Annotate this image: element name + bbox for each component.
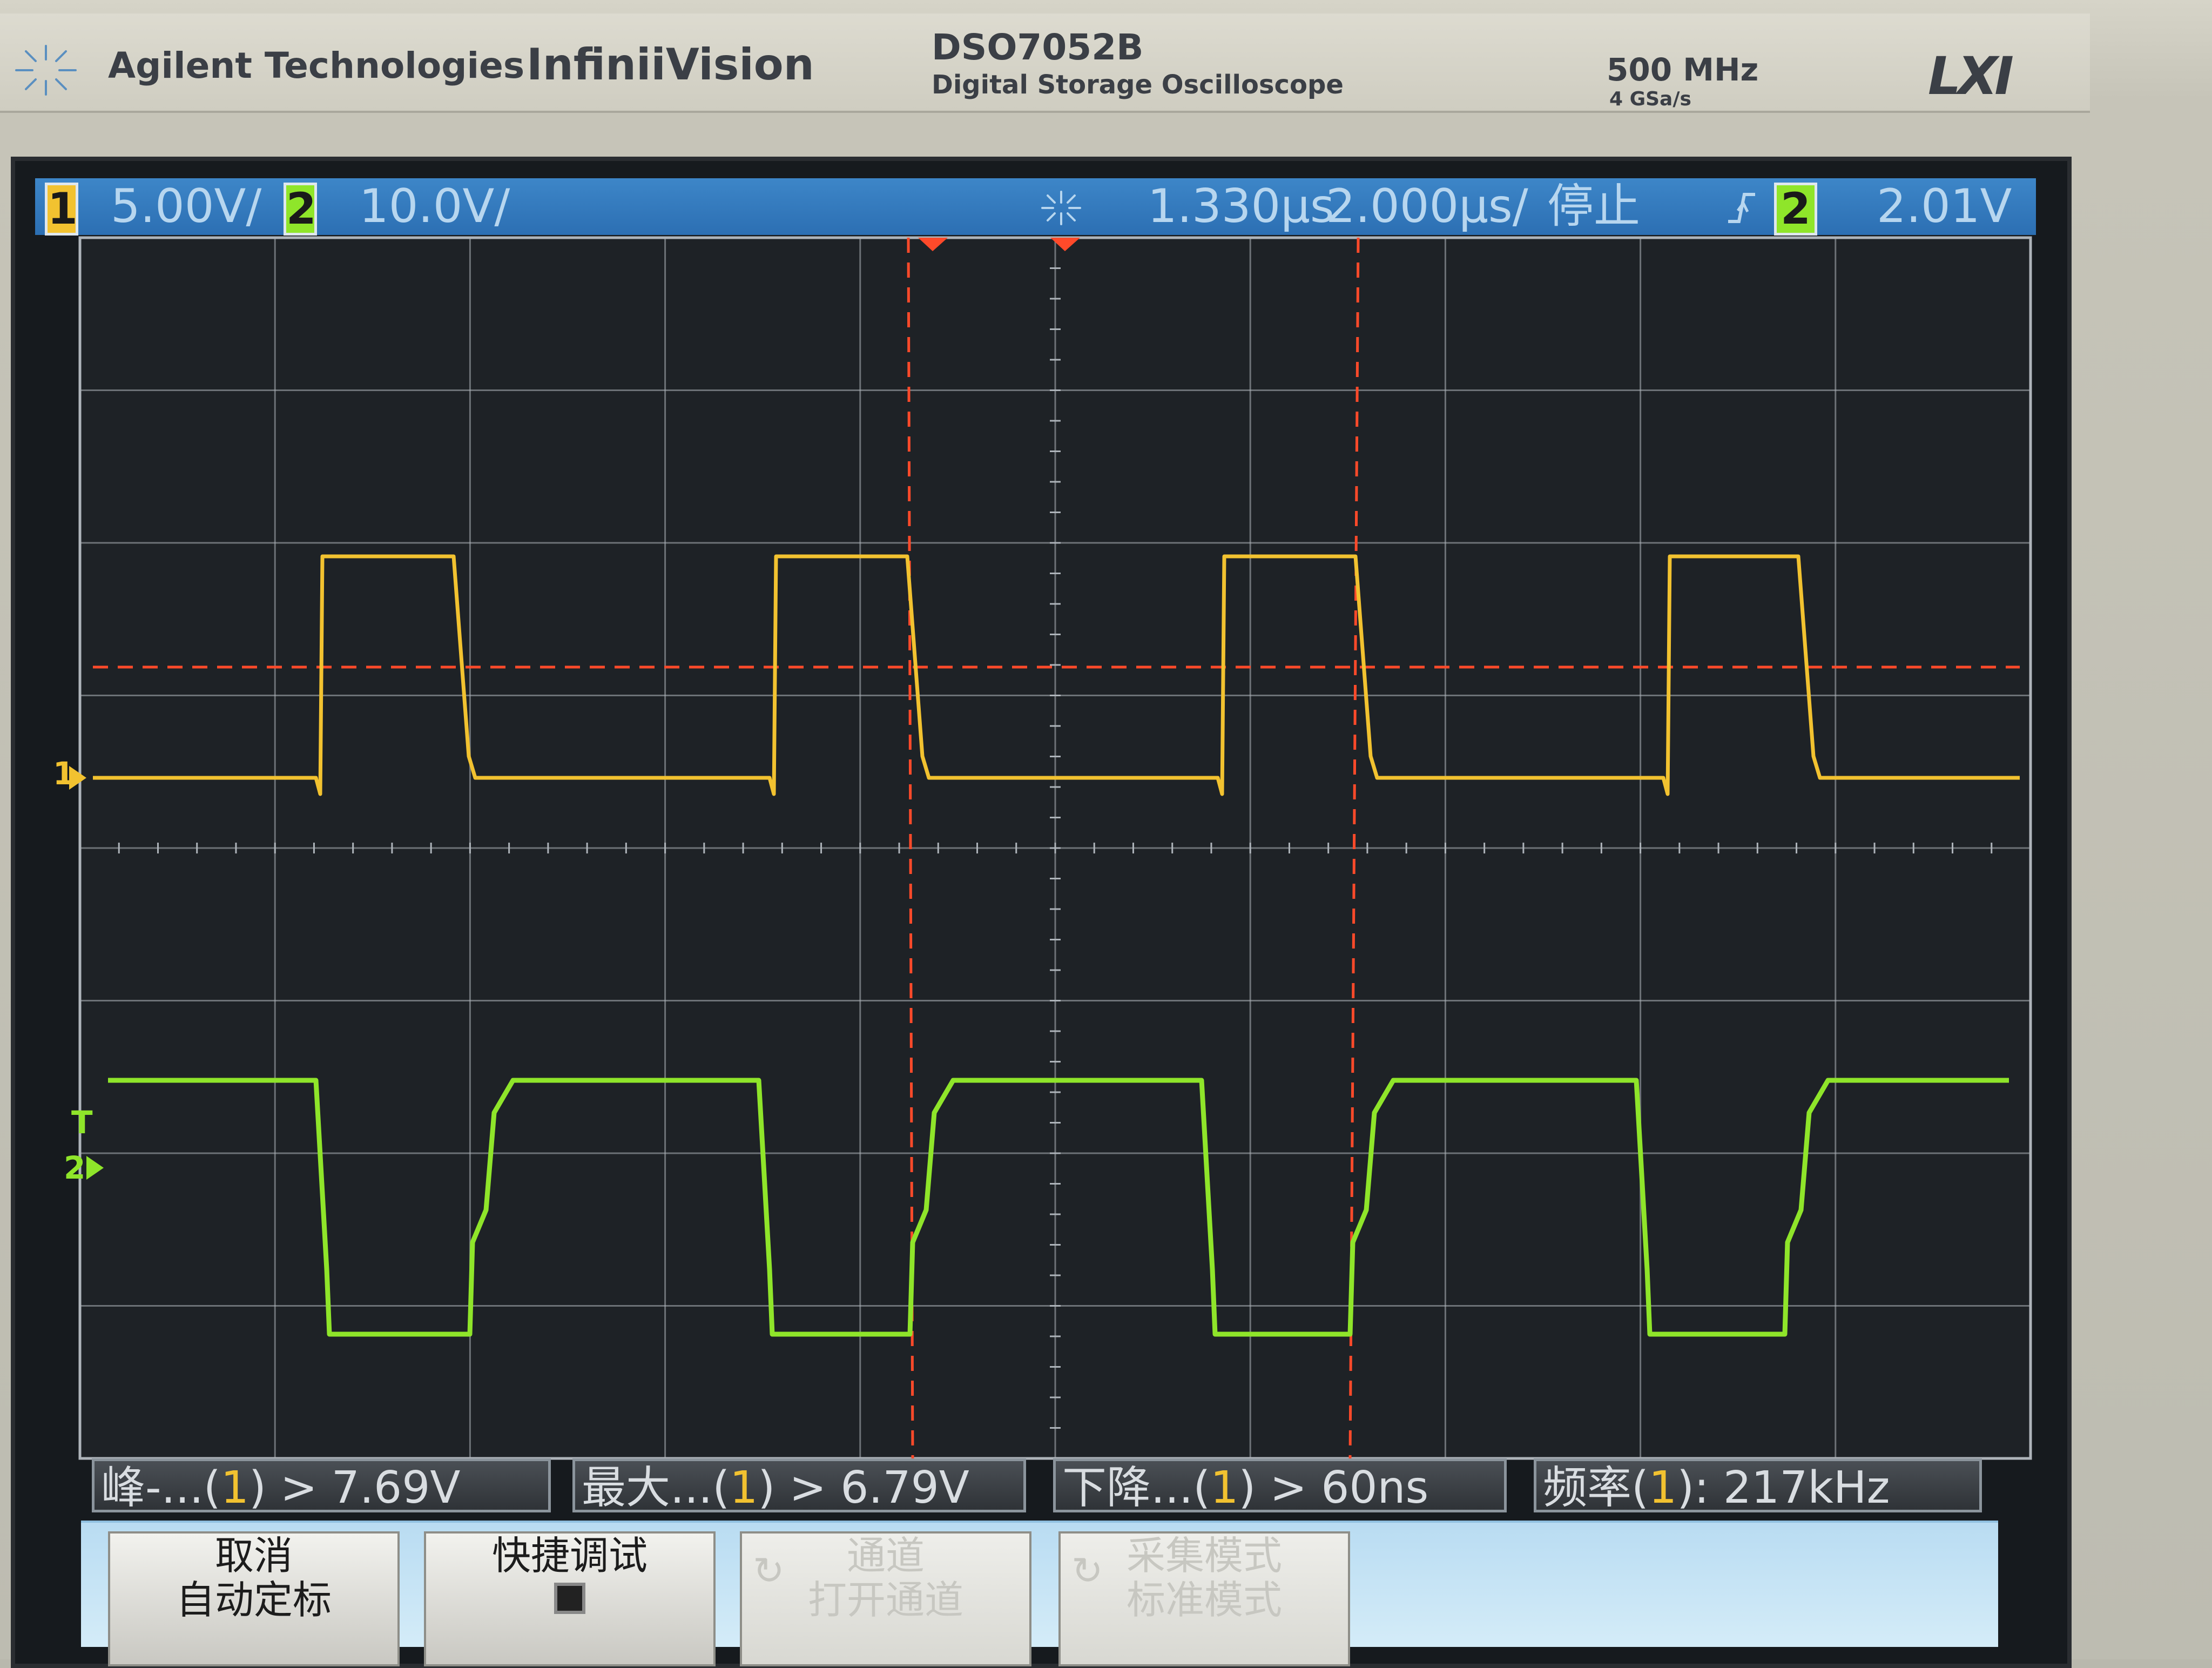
measurement-channel: 1 [220, 1462, 249, 1512]
softkey-line: 快捷调试 [491, 1533, 648, 1578]
refresh-icon: ↻ [1071, 1549, 1103, 1593]
measurement-value: > 6.79V [775, 1462, 969, 1512]
measurement-name: 频率 [1543, 1462, 1632, 1512]
waveform-display: 1 T 2 [53, 236, 2032, 1460]
measurement-channel: 1 [1649, 1462, 1677, 1512]
measurement-channel: 1 [1210, 1462, 1239, 1512]
measurement-frequency[interactable]: 频率(1): 217kHz [1534, 1458, 1982, 1512]
measurement-peak-to-peak[interactable]: 峰-...(1) > 7.69V [92, 1458, 551, 1512]
softkey-line: 通道 [846, 1533, 925, 1578]
measurement-value: ): 217kHz [1677, 1462, 1890, 1512]
refresh-icon: ↻ [753, 1549, 785, 1593]
quick-debug-softkey[interactable]: 快捷调试 [424, 1531, 716, 1666]
ch2-ground-marker[interactable]: 2 [64, 1149, 85, 1186]
measurement-maximum[interactable]: 最大...(1) > 6.79V [572, 1458, 1026, 1512]
measurement-bar: 峰-...(1) > 7.69V 最大...(1) > 6.79V 下降...(… [76, 1458, 2025, 1518]
channels-softkey[interactable]: ↻ 通道 打开通道 [740, 1531, 1031, 1666]
softkey-line: 打开通道 [807, 1577, 963, 1623]
undo-autoscale-softkey[interactable]: 取消 自动定标 [108, 1531, 400, 1666]
measurement-value: > 7.69V [266, 1462, 461, 1512]
acquisition-mode-softkey[interactable]: ↻ 采集模式 标准模式 [1058, 1531, 1350, 1666]
measurement-fall-time[interactable]: 下降...(1) > 60ns [1053, 1458, 1507, 1512]
softkey-line: 取消 [214, 1533, 293, 1578]
measurement-name: 下降... [1062, 1462, 1193, 1512]
softkey-line: 标准模式 [1126, 1577, 1282, 1623]
measurement-name: 最大... [582, 1462, 713, 1512]
softkey-line: 采集模式 [1126, 1533, 1282, 1578]
graticule [78, 236, 2032, 1460]
toggle-indicator-icon [554, 1583, 585, 1614]
measurement-channel: 1 [730, 1462, 758, 1512]
trigger-level-marker[interactable]: T [71, 1104, 93, 1141]
measurement-value: > 60ns [1256, 1462, 1429, 1512]
measurement-name: 峰-... [101, 1462, 204, 1512]
softkey-line: 自动定标 [176, 1577, 332, 1623]
